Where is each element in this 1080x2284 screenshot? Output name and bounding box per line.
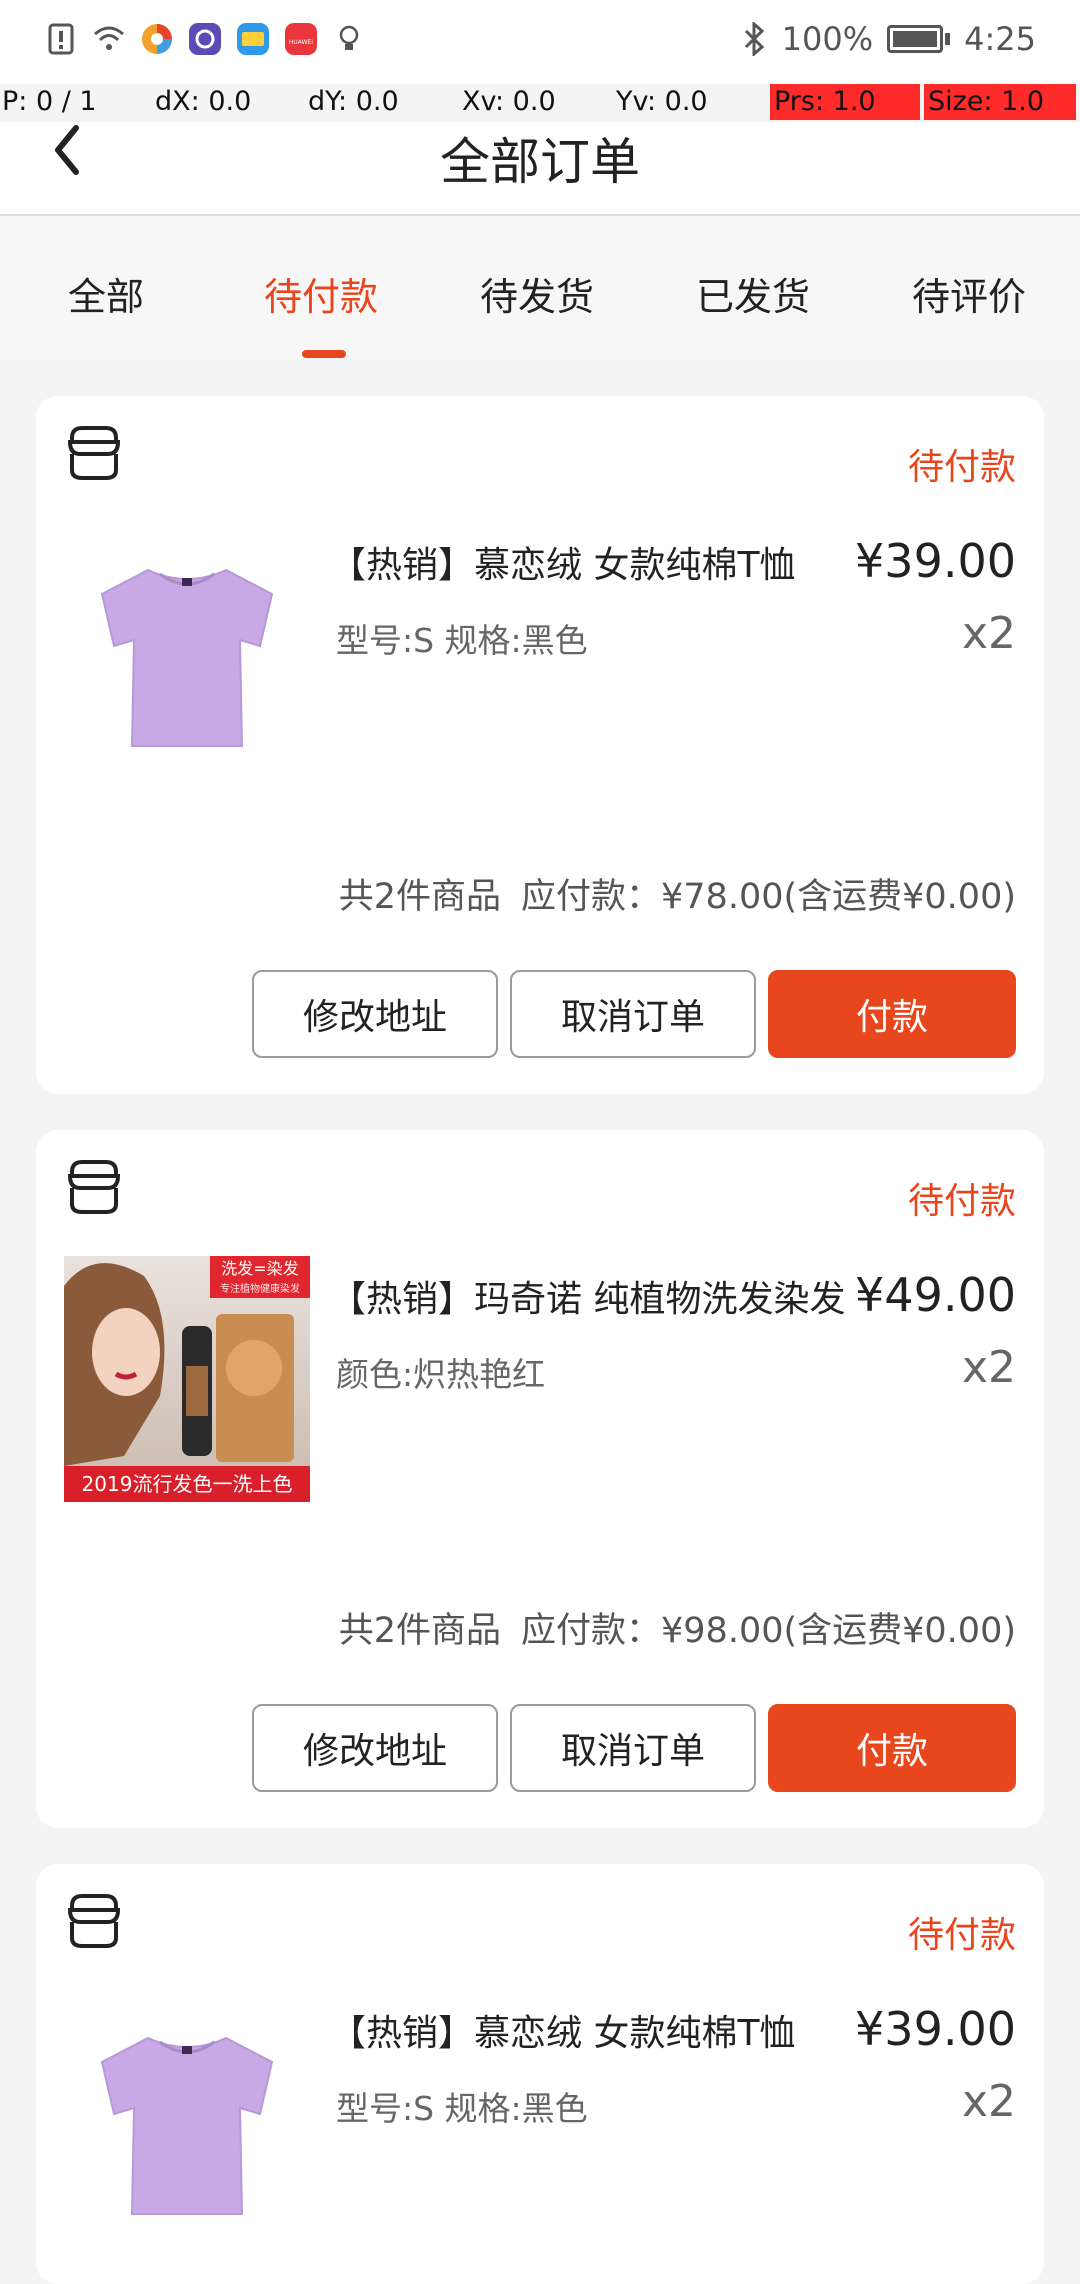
pointer-debug-overlay: P: 0 / 1 dX: 0.0 dY: 0.0 Xv: 0.0 Yv: 0.0… bbox=[0, 84, 1080, 122]
tab-pending-shipment[interactable]: 待发货 bbox=[480, 266, 594, 321]
product-quantity: x2 bbox=[961, 608, 1016, 659]
hair-dye-ad-image[interactable]: 洗发=染发 专注植物健康染发 2019流行发色一洗上色 bbox=[64, 1256, 310, 1502]
purple-tshirt-image[interactable] bbox=[64, 522, 310, 768]
huawei-icon: HUAWEI bbox=[285, 23, 317, 55]
order-tabs: 全部 待付款 待发货 已发货 待评价 bbox=[0, 216, 1080, 360]
svg-text:HUAWEI: HUAWEI bbox=[289, 39, 313, 46]
browser-icon bbox=[142, 24, 172, 54]
cancel-order-button[interactable]: 取消订单 bbox=[510, 1704, 756, 1792]
status-bar: HUAWEI 100% 4:25 bbox=[0, 0, 1080, 84]
order-summary: 共2件商品 应付款：¥98.00(含运费¥0.00) bbox=[339, 1602, 1016, 1653]
order-status: 待付款 bbox=[907, 1181, 1016, 1222]
shop-icon bbox=[67, 1160, 121, 1214]
product-price: ¥39.00 bbox=[855, 2002, 1016, 2056]
order-card: 待付款 洗发=染发 专注植物健康染发 2019流行发色一洗上色 【热销】玛奇诺 … bbox=[36, 1130, 1044, 1828]
tab-shipped[interactable]: 已发货 bbox=[696, 266, 810, 321]
battery-percent: 100% bbox=[781, 20, 874, 58]
debug-prs: Prs: 1.0 bbox=[770, 84, 920, 120]
cancel-order-button[interactable]: 取消订单 bbox=[510, 970, 756, 1058]
product-price: ¥39.00 bbox=[855, 534, 1016, 588]
bulb-icon bbox=[339, 25, 359, 50]
amount-payable: 应付款：¥98.00(含运费¥0.00) bbox=[521, 1611, 1016, 1651]
wallet-icon bbox=[237, 23, 269, 55]
shop-icon bbox=[67, 426, 121, 480]
app-icon bbox=[189, 23, 221, 55]
product-name[interactable]: 【热销】慕恋绒 女款纯棉T恤 bbox=[330, 536, 850, 588]
modify-address-button[interactable]: 修改地址 bbox=[252, 970, 498, 1058]
svg-text:2019流行发色一洗上色: 2019流行发色一洗上色 bbox=[82, 1472, 293, 1496]
tab-active-indicator bbox=[302, 350, 346, 358]
order-status: 待付款 bbox=[907, 447, 1016, 488]
modify-address-button[interactable]: 修改地址 bbox=[252, 1704, 498, 1792]
amount-payable: 应付款：¥78.00(含运费¥0.00) bbox=[521, 877, 1016, 917]
debug-yv: Yv: 0.0 bbox=[616, 86, 708, 117]
pay-button[interactable]: 付款 bbox=[768, 1704, 1016, 1792]
shop-icon bbox=[67, 1894, 121, 1948]
product-spec: 型号:S 规格:黑色 bbox=[336, 621, 588, 660]
purple-tshirt-image[interactable] bbox=[64, 1990, 310, 2236]
debug-size: Size: 1.0 bbox=[924, 84, 1076, 120]
item-count: 共2件商品 bbox=[338, 877, 502, 917]
svg-text:专注植物健康染发: 专注植物健康染发 bbox=[220, 1282, 300, 1295]
page-title: 全部订单 bbox=[440, 133, 640, 191]
product-quantity: x2 bbox=[961, 2076, 1016, 2127]
debug-dy: dY: 0.0 bbox=[308, 86, 399, 117]
sim-alert-icon bbox=[48, 23, 74, 55]
clock: 4:25 bbox=[964, 20, 1036, 58]
product-spec: 型号:S 规格:黑色 bbox=[336, 2089, 588, 2128]
debug-dx: dX: 0.0 bbox=[155, 86, 252, 117]
order-status: 待付款 bbox=[907, 1915, 1016, 1956]
battery-tip bbox=[945, 33, 951, 45]
bluetooth-icon bbox=[744, 22, 764, 56]
product-spec: 颜色:炽热艳红 bbox=[336, 1355, 546, 1394]
svg-text:洗发=染发: 洗发=染发 bbox=[221, 1259, 298, 1278]
item-count: 共2件商品 bbox=[338, 1611, 502, 1651]
order-card: 待付款 【热销】慕恋绒 女款纯棉T恤 型号:S 规格:黑色 ¥39.00 x2 bbox=[36, 1864, 1044, 2284]
wifi-icon bbox=[94, 26, 124, 50]
product-name[interactable]: 【热销】玛奇诺 纯植物洗发染发 bbox=[330, 1270, 850, 1322]
product-price: ¥49.00 bbox=[855, 1268, 1016, 1322]
tab-pending-payment[interactable]: 待付款 bbox=[264, 266, 378, 321]
product-name[interactable]: 【热销】慕恋绒 女款纯棉T恤 bbox=[330, 2004, 850, 2056]
tab-all[interactable]: 全部 bbox=[68, 266, 144, 321]
debug-p: P: 0 / 1 bbox=[2, 86, 97, 117]
order-card: 待付款 【热销】慕恋绒 女款纯棉T恤 型号:S 规格:黑色 ¥39.00 x2 … bbox=[36, 396, 1044, 1094]
tab-pending-review[interactable]: 待评价 bbox=[912, 266, 1026, 321]
product-quantity: x2 bbox=[961, 1342, 1016, 1393]
pay-button[interactable]: 付款 bbox=[768, 970, 1016, 1058]
status-right: 100% 4:25 bbox=[740, 20, 1036, 58]
debug-xv: Xv: 0.0 bbox=[462, 86, 556, 117]
battery-icon bbox=[887, 25, 944, 53]
order-summary: 共2件商品 应付款：¥78.00(含运费¥0.00) bbox=[339, 868, 1016, 919]
status-icons: HUAWEI bbox=[44, 22, 366, 56]
